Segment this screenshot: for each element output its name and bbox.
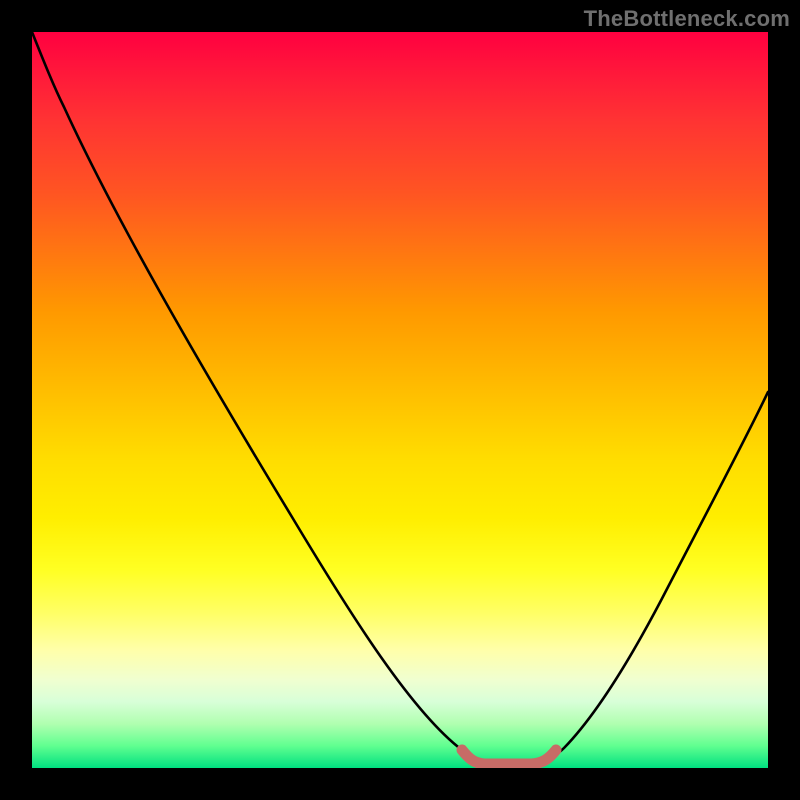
bottleneck-curve-line — [32, 32, 768, 765]
plot-area — [32, 32, 768, 768]
chart-svg — [32, 32, 768, 768]
chart-frame: TheBottleneck.com — [0, 0, 800, 800]
optimal-range-marker — [462, 750, 556, 764]
watermark-text: TheBottleneck.com — [584, 6, 790, 32]
